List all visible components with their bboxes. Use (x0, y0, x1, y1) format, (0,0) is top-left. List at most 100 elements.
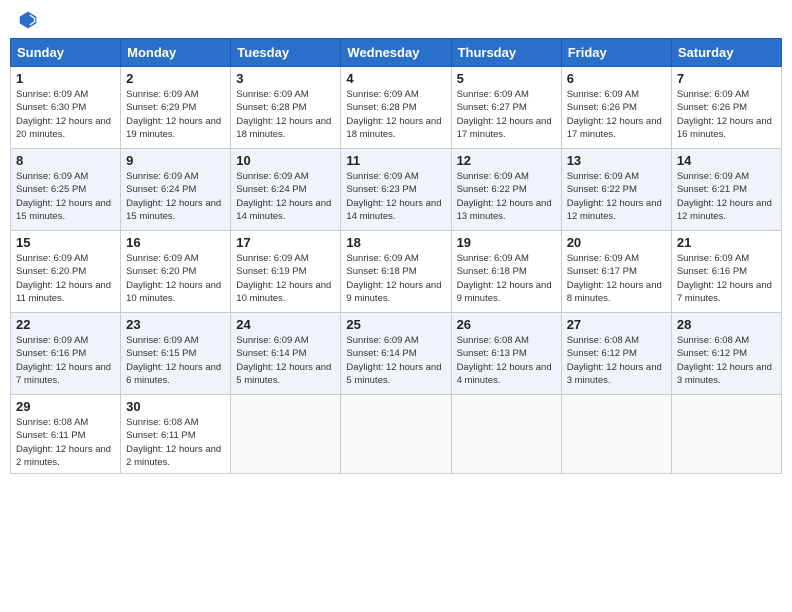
daylight-label: Daylight: 12 hours and 4 minutes. (457, 362, 552, 386)
day-number: 23 (126, 317, 225, 332)
sunrise-label: Sunrise: 6:09 AM (236, 253, 308, 264)
sunset-label: Sunset: 6:24 PM (126, 184, 196, 195)
calendar-table: SundayMondayTuesdayWednesdayThursdayFrid… (10, 38, 782, 474)
day-number: 10 (236, 153, 335, 168)
sunset-label: Sunset: 6:14 PM (236, 348, 306, 359)
calendar-day-cell: 15 Sunrise: 6:09 AM Sunset: 6:20 PM Dayl… (11, 231, 121, 313)
day-info: Sunrise: 6:09 AM Sunset: 6:26 PM Dayligh… (677, 88, 776, 141)
day-number: 15 (16, 235, 115, 250)
daylight-label: Daylight: 12 hours and 9 minutes. (457, 280, 552, 304)
day-number: 29 (16, 399, 115, 414)
calendar-day-cell: 10 Sunrise: 6:09 AM Sunset: 6:24 PM Dayl… (231, 149, 341, 231)
day-info: Sunrise: 6:09 AM Sunset: 6:24 PM Dayligh… (126, 170, 225, 223)
day-info: Sunrise: 6:09 AM Sunset: 6:15 PM Dayligh… (126, 334, 225, 387)
day-info: Sunrise: 6:09 AM Sunset: 6:20 PM Dayligh… (16, 252, 115, 305)
daylight-label: Daylight: 12 hours and 10 minutes. (236, 280, 331, 304)
sunrise-label: Sunrise: 6:09 AM (567, 253, 639, 264)
sunrise-label: Sunrise: 6:09 AM (346, 89, 418, 100)
day-info: Sunrise: 6:09 AM Sunset: 6:14 PM Dayligh… (346, 334, 445, 387)
calendar-day-cell: 13 Sunrise: 6:09 AM Sunset: 6:22 PM Dayl… (561, 149, 671, 231)
day-number: 17 (236, 235, 335, 250)
sunrise-label: Sunrise: 6:09 AM (126, 335, 198, 346)
page-header (10, 10, 782, 30)
calendar-day-cell: 25 Sunrise: 6:09 AM Sunset: 6:14 PM Dayl… (341, 313, 451, 395)
day-number: 5 (457, 71, 556, 86)
day-number: 26 (457, 317, 556, 332)
sunset-label: Sunset: 6:28 PM (236, 102, 306, 113)
calendar-day-cell: 21 Sunrise: 6:09 AM Sunset: 6:16 PM Dayl… (671, 231, 781, 313)
sunset-label: Sunset: 6:18 PM (457, 266, 527, 277)
day-number: 16 (126, 235, 225, 250)
calendar-header-cell: Thursday (451, 39, 561, 67)
calendar-day-cell: 9 Sunrise: 6:09 AM Sunset: 6:24 PM Dayli… (121, 149, 231, 231)
calendar-day-cell (451, 395, 561, 474)
day-info: Sunrise: 6:09 AM Sunset: 6:17 PM Dayligh… (567, 252, 666, 305)
day-number: 3 (236, 71, 335, 86)
day-number: 8 (16, 153, 115, 168)
sunset-label: Sunset: 6:17 PM (567, 266, 637, 277)
calendar-day-cell: 23 Sunrise: 6:09 AM Sunset: 6:15 PM Dayl… (121, 313, 231, 395)
sunrise-label: Sunrise: 6:09 AM (16, 335, 88, 346)
calendar-day-cell: 22 Sunrise: 6:09 AM Sunset: 6:16 PM Dayl… (11, 313, 121, 395)
sunset-label: Sunset: 6:30 PM (16, 102, 86, 113)
sunrise-label: Sunrise: 6:09 AM (16, 171, 88, 182)
sunset-label: Sunset: 6:11 PM (126, 430, 196, 441)
day-number: 11 (346, 153, 445, 168)
day-number: 12 (457, 153, 556, 168)
calendar-body: 1 Sunrise: 6:09 AM Sunset: 6:30 PM Dayli… (11, 67, 782, 474)
day-info: Sunrise: 6:08 AM Sunset: 6:11 PM Dayligh… (126, 416, 225, 469)
calendar-header-cell: Friday (561, 39, 671, 67)
daylight-label: Daylight: 12 hours and 2 minutes. (16, 444, 111, 468)
calendar-header-row: SundayMondayTuesdayWednesdayThursdayFrid… (11, 39, 782, 67)
sunrise-label: Sunrise: 6:09 AM (346, 335, 418, 346)
daylight-label: Daylight: 12 hours and 7 minutes. (677, 280, 772, 304)
calendar-day-cell: 24 Sunrise: 6:09 AM Sunset: 6:14 PM Dayl… (231, 313, 341, 395)
daylight-label: Daylight: 12 hours and 18 minutes. (236, 116, 331, 140)
day-info: Sunrise: 6:09 AM Sunset: 6:18 PM Dayligh… (346, 252, 445, 305)
day-info: Sunrise: 6:09 AM Sunset: 6:26 PM Dayligh… (567, 88, 666, 141)
daylight-label: Daylight: 12 hours and 17 minutes. (457, 116, 552, 140)
daylight-label: Daylight: 12 hours and 14 minutes. (236, 198, 331, 222)
sunset-label: Sunset: 6:11 PM (16, 430, 86, 441)
sunrise-label: Sunrise: 6:09 AM (236, 171, 308, 182)
sunrise-label: Sunrise: 6:08 AM (16, 417, 88, 428)
day-info: Sunrise: 6:09 AM Sunset: 6:28 PM Dayligh… (346, 88, 445, 141)
daylight-label: Daylight: 12 hours and 11 minutes. (16, 280, 111, 304)
daylight-label: Daylight: 12 hours and 8 minutes. (567, 280, 662, 304)
day-number: 27 (567, 317, 666, 332)
calendar-day-cell: 16 Sunrise: 6:09 AM Sunset: 6:20 PM Dayl… (121, 231, 231, 313)
sunset-label: Sunset: 6:16 PM (677, 266, 747, 277)
sunrise-label: Sunrise: 6:09 AM (346, 171, 418, 182)
sunset-label: Sunset: 6:20 PM (16, 266, 86, 277)
calendar-day-cell (561, 395, 671, 474)
day-number: 25 (346, 317, 445, 332)
day-info: Sunrise: 6:08 AM Sunset: 6:12 PM Dayligh… (677, 334, 776, 387)
day-number: 30 (126, 399, 225, 414)
calendar-header-cell: Wednesday (341, 39, 451, 67)
daylight-label: Daylight: 12 hours and 18 minutes. (346, 116, 441, 140)
calendar-header-cell: Saturday (671, 39, 781, 67)
calendar-day-cell: 30 Sunrise: 6:08 AM Sunset: 6:11 PM Dayl… (121, 395, 231, 474)
sunset-label: Sunset: 6:18 PM (346, 266, 416, 277)
calendar-day-cell: 12 Sunrise: 6:09 AM Sunset: 6:22 PM Dayl… (451, 149, 561, 231)
sunrise-label: Sunrise: 6:09 AM (567, 89, 639, 100)
sunset-label: Sunset: 6:15 PM (126, 348, 196, 359)
daylight-label: Daylight: 12 hours and 12 minutes. (677, 198, 772, 222)
daylight-label: Daylight: 12 hours and 17 minutes. (567, 116, 662, 140)
sunset-label: Sunset: 6:12 PM (567, 348, 637, 359)
sunrise-label: Sunrise: 6:09 AM (567, 171, 639, 182)
daylight-label: Daylight: 12 hours and 12 minutes. (567, 198, 662, 222)
day-number: 13 (567, 153, 666, 168)
sunrise-label: Sunrise: 6:09 AM (457, 253, 529, 264)
sunset-label: Sunset: 6:22 PM (567, 184, 637, 195)
day-info: Sunrise: 6:08 AM Sunset: 6:13 PM Dayligh… (457, 334, 556, 387)
day-number: 6 (567, 71, 666, 86)
sunset-label: Sunset: 6:19 PM (236, 266, 306, 277)
calendar-week-row: 15 Sunrise: 6:09 AM Sunset: 6:20 PM Dayl… (11, 231, 782, 313)
calendar-week-row: 29 Sunrise: 6:08 AM Sunset: 6:11 PM Dayl… (11, 395, 782, 474)
calendar-day-cell: 27 Sunrise: 6:08 AM Sunset: 6:12 PM Dayl… (561, 313, 671, 395)
daylight-label: Daylight: 12 hours and 9 minutes. (346, 280, 441, 304)
sunset-label: Sunset: 6:24 PM (236, 184, 306, 195)
sunrise-label: Sunrise: 6:09 AM (457, 171, 529, 182)
sunrise-label: Sunrise: 6:09 AM (236, 89, 308, 100)
